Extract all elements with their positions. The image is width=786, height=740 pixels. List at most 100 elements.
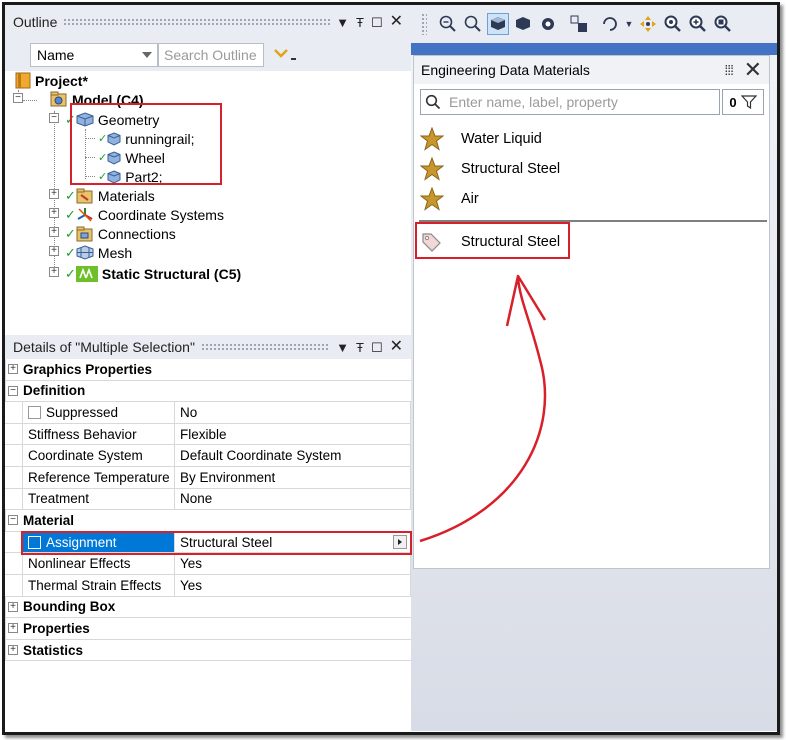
geometry-bodies-highlight <box>70 103 222 185</box>
tree-item-connections[interactable]: ✓ Connections <box>65 224 176 243</box>
select-mode-icon[interactable] <box>537 13 559 35</box>
expand-toggle[interactable]: + <box>8 364 18 374</box>
collapse-toggle[interactable]: − <box>8 385 18 396</box>
category-material[interactable]: − Material <box>5 510 411 532</box>
zoom-box-icon[interactable] <box>687 13 709 35</box>
zoom-fit-icon[interactable] <box>437 13 459 35</box>
expand-toggle[interactable]: + <box>49 227 59 237</box>
model-icon <box>50 91 67 107</box>
details-header: Details of "Multiple Selection" ▼ Ŧ ☐ ✕ <box>5 335 411 359</box>
tree-item-static-structural[interactable]: ✓ Static Structural (C5) <box>65 264 241 283</box>
search-outline-input[interactable]: Search Outline <box>158 43 264 67</box>
select-body-icon[interactable] <box>487 13 509 35</box>
chevron-down-icon[interactable]: ▼ <box>624 13 634 35</box>
close-icon[interactable]: ✕ <box>744 57 762 83</box>
collapse-toggle[interactable]: − <box>8 515 18 526</box>
category-properties[interactable]: + Properties <box>5 618 411 640</box>
outline-header: Outline ▼ Ŧ ☐ ✕ <box>5 5 411 39</box>
tree-label: Project* <box>35 72 88 89</box>
materials-icon <box>76 188 93 203</box>
property-value[interactable]: By Environment <box>175 467 411 488</box>
tree-label: Connections <box>97 225 176 242</box>
property-row-coordinate-system[interactable]: Coordinate System Default Coordinate Sys… <box>5 445 411 467</box>
tree-item-coordinate-systems[interactable]: ✓ Coordinate Systems <box>65 205 224 224</box>
zoom-icon[interactable] <box>662 13 684 35</box>
collapse-toggle[interactable]: − <box>13 93 23 103</box>
name-filter-select[interactable]: Name <box>30 43 158 67</box>
favorite-material-water-liquid[interactable]: Water Liquid <box>420 124 542 154</box>
category-bounding-box[interactable]: + Bounding Box <box>5 596 411 619</box>
zoom-to-fit-icon[interactable] <box>712 13 734 35</box>
favorite-material-structural-steel[interactable]: Structural Steel <box>420 154 560 184</box>
outline-drag-grip[interactable] <box>63 18 331 26</box>
toolbar-grip[interactable] <box>421 13 427 35</box>
favorite-material-air[interactable]: Air <box>420 184 479 214</box>
expand-toggle[interactable]: + <box>8 644 18 655</box>
collapse-toggle[interactable]: − <box>49 113 59 123</box>
expand-toggle[interactable]: + <box>49 246 59 256</box>
check-icon: ✓ <box>65 244 76 260</box>
property-value[interactable]: No <box>175 402 411 423</box>
dropdown-arrow-icon[interactable]: ▼ <box>336 341 349 354</box>
expand-toggle[interactable]: + <box>49 267 59 277</box>
dock-icon[interactable]: ☐ <box>371 341 383 354</box>
coordinate-systems-icon <box>77 207 93 222</box>
close-icon[interactable]: ✕ <box>390 14 403 30</box>
filter-icon <box>740 95 757 109</box>
category-label: Bounding Box <box>23 599 116 615</box>
property-row-nonlinear-effects[interactable]: Nonlinear Effects Yes <box>5 553 411 575</box>
pan-icon[interactable] <box>637 13 659 35</box>
zoom-out-icon[interactable] <box>462 13 484 35</box>
column-settings-icon[interactable]: ⁞⁞⁞ <box>724 62 734 78</box>
category-definition[interactable]: − Definition <box>5 380 411 403</box>
box-select-icon[interactable] <box>568 13 590 35</box>
expand-chevron-icon[interactable] <box>273 46 299 64</box>
star-icon <box>420 157 444 181</box>
parameter-checkbox[interactable] <box>28 405 41 419</box>
category-graphics-properties[interactable]: + Graphics Properties <box>5 359 411 381</box>
tree-item-materials[interactable]: ✓ Materials <box>65 186 155 205</box>
property-row-reference-temperature[interactable]: Reference Temperature By Environment <box>5 467 411 489</box>
tree-label: Mesh <box>97 244 133 261</box>
property-row-thermal-strain-effects[interactable]: Thermal Strain Effects Yes <box>5 575 411 597</box>
property-value[interactable]: Default Coordinate System <box>175 445 411 466</box>
filter-count: 0 <box>729 94 737 110</box>
search-icon <box>425 94 441 110</box>
details-drag-grip[interactable] <box>200 343 331 351</box>
property-row-suppressed[interactable]: Suppressed No <box>5 402 411 424</box>
edm-header: Engineering Data Materials ⁞⁞⁞ ✕ <box>414 56 769 84</box>
category-statistics[interactable]: + Statistics <box>5 639 411 662</box>
mesh-icon <box>76 245 94 260</box>
property-key: Thermal Strain Effects <box>22 575 175 596</box>
check-icon: ✓ <box>65 265 76 281</box>
pin-icon[interactable]: Ŧ <box>356 341 364 354</box>
expand-toggle[interactable]: + <box>8 601 18 612</box>
name-filter-value: Name <box>37 47 75 63</box>
close-icon[interactable]: ✕ <box>390 339 403 355</box>
property-key: Reference Temperature <box>22 467 175 488</box>
expand-toggle[interactable]: + <box>49 189 59 199</box>
property-row-treatment[interactable]: Treatment None <box>5 488 411 511</box>
material-search-input[interactable]: Enter name, label, property <box>420 89 720 115</box>
engineering-data-materials-panel: Engineering Data Materials ⁞⁞⁞ ✕ Enter n… <box>413 55 770 569</box>
star-icon <box>420 187 444 211</box>
property-value[interactable]: Yes <box>175 575 411 596</box>
property-key: Treatment <box>22 488 175 510</box>
filter-button[interactable]: 0 <box>722 89 764 115</box>
dock-icon[interactable]: ☐ <box>371 16 383 29</box>
property-value[interactable]: Flexible <box>175 423 411 445</box>
dropdown-arrow-icon[interactable]: ▼ <box>336 16 349 29</box>
rotate-icon[interactable] <box>599 13 621 35</box>
expand-toggle[interactable]: + <box>49 208 59 218</box>
material-name: Structural Steel <box>461 161 561 177</box>
property-value[interactable]: None <box>175 488 411 510</box>
tree-item-project[interactable]: Project* <box>15 71 88 90</box>
select-face-icon[interactable] <box>512 13 534 35</box>
pin-icon[interactable]: Ŧ <box>356 16 364 29</box>
property-key: Nonlinear Effects <box>22 553 175 574</box>
expand-toggle[interactable]: + <box>8 623 18 634</box>
property-row-stiffness-behavior[interactable]: Stiffness Behavior Flexible <box>5 423 411 446</box>
property-value[interactable]: Yes <box>175 553 411 574</box>
check-icon: ✓ <box>65 206 76 222</box>
tree-item-mesh[interactable]: ✓ Mesh <box>65 243 132 262</box>
